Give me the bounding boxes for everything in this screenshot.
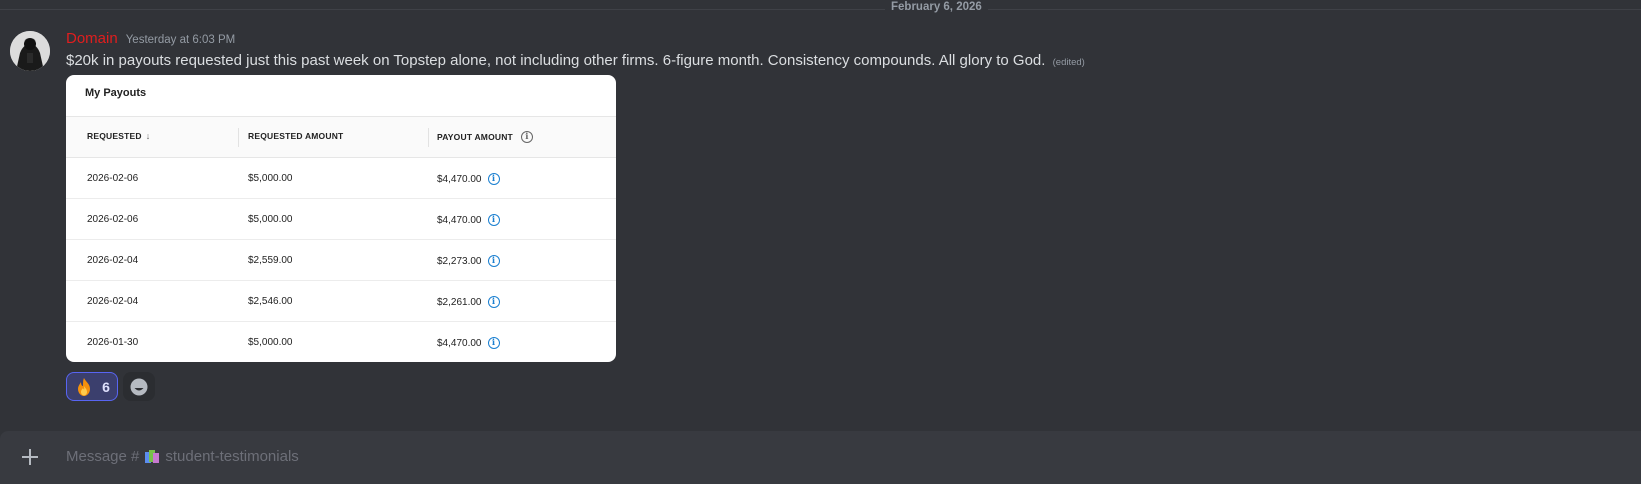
edited-label: (edited) — [1052, 57, 1085, 68]
reaction-count: 6 — [102, 378, 110, 395]
avatar[interactable] — [10, 31, 50, 71]
message-input[interactable]: Message # student-testimonials — [66, 448, 299, 465]
column-header-requested: REQUESTED ↓ — [87, 131, 151, 141]
message-text: $20k in payouts requested just this past… — [66, 52, 1046, 69]
plus-icon — [22, 449, 38, 465]
smiley-icon — [130, 378, 148, 395]
info-icon: i — [520, 131, 533, 143]
info-icon: i — [487, 296, 500, 308]
cell-requested: 2026-01-30 — [87, 337, 139, 348]
cell-requested-amount: $5,000.00 — [248, 214, 293, 225]
books-icon — [144, 449, 160, 464]
cell-requested-amount: $5,000.00 — [248, 337, 293, 348]
cell-payout-amount: $2,261.00 i — [437, 296, 500, 308]
cell-payout-amount: $4,470.00 i — [437, 214, 500, 226]
payouts-image[interactable]: My Payouts REQUESTED ↓ REQUESTED AMOUNT … — [66, 75, 616, 362]
cell-payout-amount: $4,470.00 i — [437, 173, 500, 185]
payouts-title: My Payouts — [85, 87, 147, 99]
discord-chat: February 6, 2026 Domain Yesterday at 6:0… — [0, 0, 1641, 484]
cell-requested-amount: $2,559.00 — [248, 255, 293, 266]
channel-name: student-testimonials — [165, 448, 299, 465]
fire-icon — [78, 377, 91, 396]
info-icon: i — [487, 255, 500, 267]
column-header-payout-amount: PAYOUT AMOUNT i — [437, 131, 533, 143]
date-divider — [0, 9, 1641, 10]
table-row: 2026-02-06 $5,000.00 $4,470.00 i — [66, 199, 616, 240]
cell-requested-amount: $5,000.00 — [248, 173, 293, 184]
info-icon: i — [487, 337, 500, 349]
cell-requested: 2026-02-04 — [87, 255, 139, 266]
cell-payout-amount: $4,470.00 i — [437, 337, 500, 349]
table-row: 2026-02-04 $2,559.00 $2,273.00 i — [66, 240, 616, 281]
cell-requested: 2026-02-06 — [87, 214, 139, 225]
placeholder-prefix: Message # — [66, 448, 140, 465]
add-reaction-button[interactable] — [123, 372, 155, 401]
cell-requested-amount: $2,546.00 — [248, 296, 293, 307]
table-header: REQUESTED ↓ REQUESTED AMOUNT PAYOUT AMOU… — [66, 117, 616, 158]
table-row: 2026-02-06 $5,000.00 $4,470.00 i — [66, 158, 616, 199]
add-attachment-button[interactable] — [20, 447, 40, 467]
message-content: $20k in payouts requested just this past… — [66, 52, 1085, 69]
info-icon: i — [487, 214, 500, 226]
table-row: 2026-01-30 $5,000.00 $4,470.00 i — [66, 322, 616, 362]
column-header-requested-amount: REQUESTED AMOUNT — [248, 131, 344, 141]
cell-requested: 2026-02-04 — [87, 296, 139, 307]
username[interactable]: Domain — [66, 30, 118, 47]
cell-requested: 2026-02-06 — [87, 173, 139, 184]
column-separator — [238, 128, 239, 147]
info-icon: i — [487, 173, 500, 185]
message-header: Domain Yesterday at 6:03 PM — [66, 30, 235, 50]
message-composer: Message # student-testimonials — [0, 431, 1641, 484]
sort-arrow-down-icon: ↓ — [145, 131, 151, 141]
cell-payout-amount: $2,273.00 i — [437, 255, 500, 267]
reaction-fire[interactable]: 6 — [66, 372, 118, 401]
table-row: 2026-02-04 $2,546.00 $2,261.00 i — [66, 281, 616, 322]
date-divider-label: February 6, 2026 — [885, 1, 988, 13]
timestamp[interactable]: Yesterday at 6:03 PM — [126, 34, 236, 46]
column-separator — [428, 128, 429, 147]
